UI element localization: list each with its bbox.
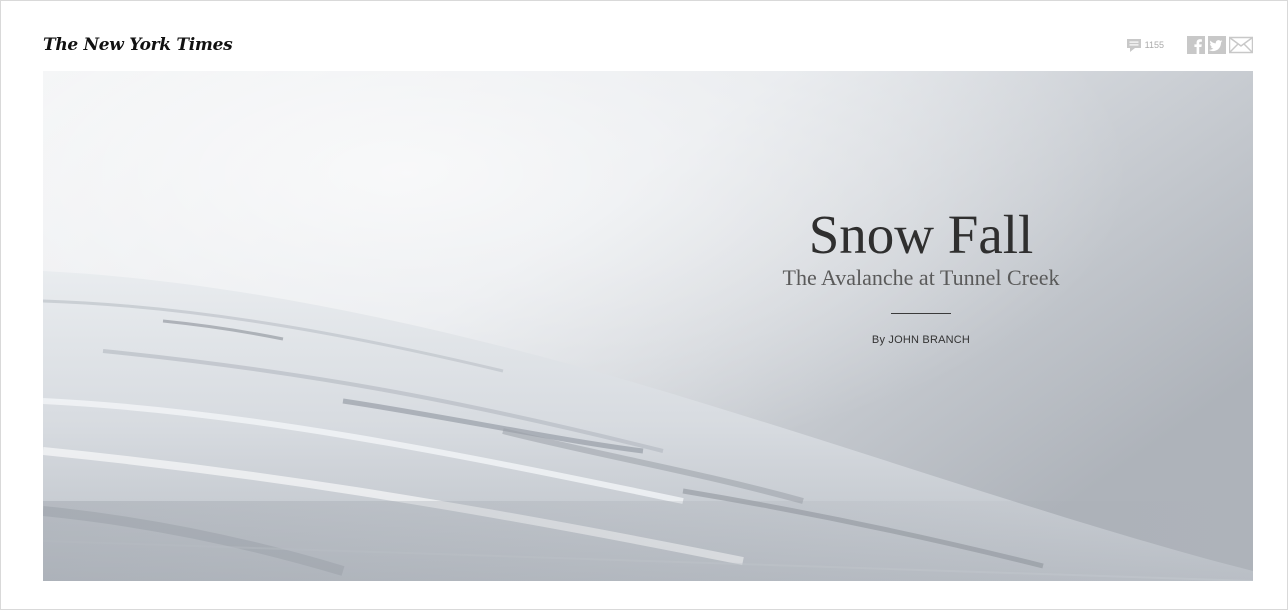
page-frame: The New York Times 1155 Snow Fall The Av… <box>0 0 1288 610</box>
email-icon[interactable] <box>1229 36 1253 54</box>
headline-block: Snow Fall The Avalanche at Tunnel Creek … <box>731 204 1111 347</box>
facebook-icon[interactable] <box>1187 36 1205 54</box>
hero-image: Snow Fall The Avalanche at Tunnel Creek … <box>43 71 1253 581</box>
twitter-icon[interactable] <box>1208 36 1226 54</box>
nyt-logo[interactable]: The New York Times <box>43 35 233 55</box>
masthead: The New York Times 1155 <box>43 31 1253 67</box>
toolbar: 1155 <box>1126 35 1253 55</box>
divider <box>891 313 951 314</box>
article-title: Snow Fall <box>808 204 1034 265</box>
comment-count: 1155 <box>1144 40 1164 50</box>
article-subtitle: The Avalanche at Tunnel Creek <box>782 265 1060 290</box>
comment-icon <box>1126 39 1141 52</box>
comments-button[interactable]: 1155 <box>1126 37 1164 53</box>
byline: By JOHN BRANCH <box>871 334 971 346</box>
